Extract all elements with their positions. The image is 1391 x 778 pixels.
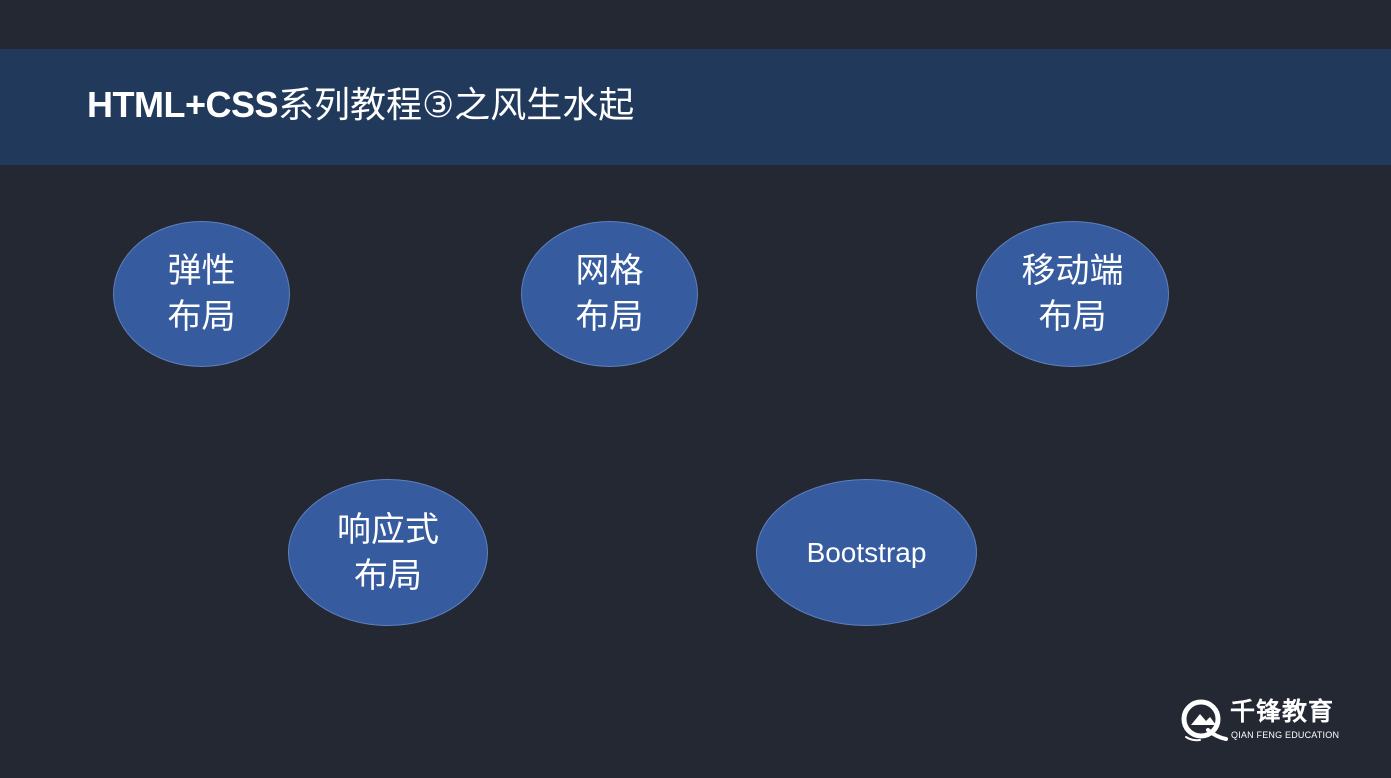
qianfeng-logo: 千锋教育 QIAN FENG EDUCATION xyxy=(1178,696,1358,744)
slide: HTML+CSS系列教程③之风生水起 弹性 布局 网格 布局 移动端 布局 响应… xyxy=(0,0,1391,778)
slide-title-latin: HTML+CSS xyxy=(87,84,279,125)
logo-name-cn: 千锋教育 xyxy=(1230,697,1335,726)
bubble-label-line1: 响应式 xyxy=(337,509,439,550)
qianfeng-logo-icon xyxy=(1181,699,1228,742)
bubble-label-line2: 布局 xyxy=(575,297,644,337)
bubble-grid-layout: 网格 布局 xyxy=(521,221,698,367)
logo-name-en: QIAN FENG EDUCATION xyxy=(1231,730,1340,740)
bubble-label-line1: 移动端 xyxy=(1021,251,1124,291)
bubble-label-line2: 布局 xyxy=(1038,297,1107,337)
bubble-flex-layout: 弹性 布局 xyxy=(113,221,290,367)
bubble-mobile-layout: 移动端 布局 xyxy=(976,221,1169,367)
bubble-label-line1: 网格 xyxy=(575,251,644,291)
bubble-label-line1: 弹性 xyxy=(167,251,236,291)
slide-title: HTML+CSS系列教程③之风生水起 xyxy=(87,82,634,129)
bubble-label-line2: 布局 xyxy=(354,555,422,596)
bubble-label-line2: 布局 xyxy=(167,297,236,337)
bubble-bootstrap: Bootstrap xyxy=(756,479,977,626)
bubble-label-line1: Bootstrap xyxy=(806,536,927,568)
bubble-responsive-layout: 响应式 布局 xyxy=(288,479,488,626)
slide-title-cn: 系列教程③之风生水起 xyxy=(278,85,635,126)
